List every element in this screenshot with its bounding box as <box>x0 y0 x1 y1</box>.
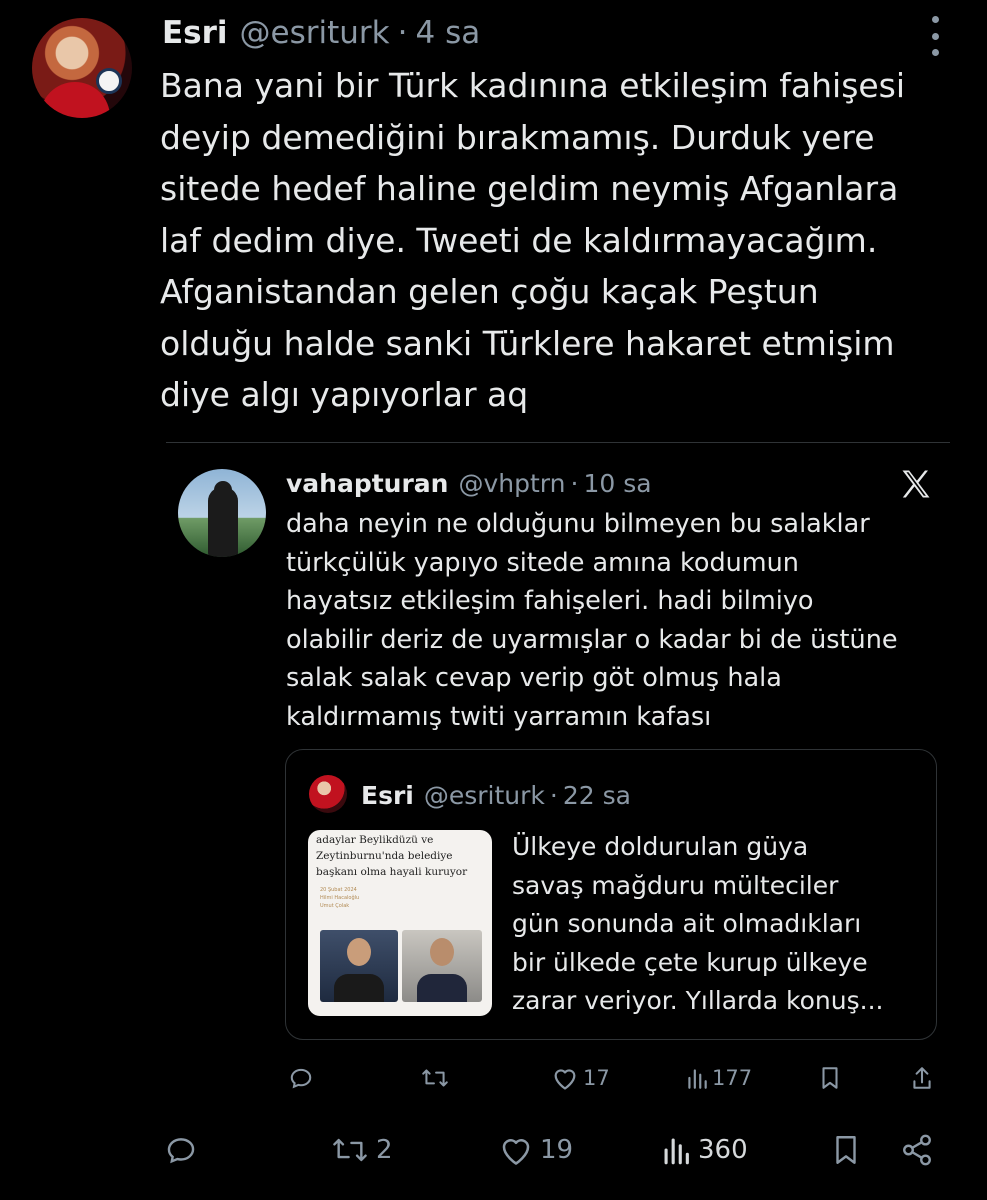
bookmark-button[interactable] <box>830 1133 862 1167</box>
quoted-author-avatar[interactable] <box>178 469 266 557</box>
bookmark-icon <box>822 1067 838 1089</box>
inner-time[interactable]: 22 sa <box>563 781 631 810</box>
like-button[interactable]: 19 <box>498 1133 573 1167</box>
share-button[interactable] <box>900 1133 934 1167</box>
photo-body <box>334 974 384 1002</box>
thumbnail-authors: Hilmi Hacaloğlu Umut Çolak <box>320 895 360 909</box>
reply-button[interactable] <box>164 1133 204 1167</box>
retweet-icon <box>422 1069 448 1087</box>
views-icon <box>664 1138 689 1165</box>
thumbnail-photo-left <box>320 930 398 1002</box>
separator-dot: · <box>570 468 579 498</box>
heart-icon <box>554 1069 576 1090</box>
tweet-time[interactable]: 4 sa <box>416 15 481 51</box>
photo-body <box>417 974 467 1002</box>
quoted-author-name[interactable]: vahapturan <box>286 469 448 498</box>
bookmark-icon <box>836 1136 856 1164</box>
photo-face <box>347 938 371 966</box>
inner-author-name[interactable]: Esri <box>361 781 414 810</box>
views-icon <box>688 1069 707 1089</box>
inner-tweet-text: Ülkeye doldurulan güya savaş mağduru mül… <box>512 832 884 1015</box>
avatar-volleyball <box>96 68 122 94</box>
news-thumbnail[interactable]: adaylar Beylikdüzü ve Zeytinburnu'nda be… <box>308 830 492 1016</box>
photo-face <box>430 938 454 966</box>
author-handle[interactable]: @esriturk <box>240 15 390 51</box>
quoted-bookmark-button[interactable] <box>818 1065 842 1091</box>
share-icon <box>913 1067 931 1089</box>
author-name[interactable]: Esri <box>162 15 228 51</box>
retweet-button[interactable]: 2 <box>330 1133 393 1167</box>
quoted-text: daha neyin ne olduğunu bilmeyen bu salak… <box>286 509 898 732</box>
quoted-like-button[interactable]: 17 <box>551 1065 610 1091</box>
inner-header: Esri @esriturk · 22 sa <box>361 775 631 815</box>
quoted-time[interactable]: 10 sa <box>583 469 651 498</box>
share-icon <box>903 1134 931 1166</box>
thumbnail-photo-right <box>402 930 482 1002</box>
quoted-views-button[interactable]: 177 <box>686 1065 752 1091</box>
quoted-share-button[interactable] <box>910 1065 934 1091</box>
quoted-header: vahapturan @vhptrn · 10 sa <box>286 465 652 501</box>
quoted-author-handle[interactable]: @vhptrn <box>458 469 565 498</box>
thumbnail-headline: adaylar Beylikdüzü ve Zeytinburnu'nda be… <box>316 834 468 878</box>
quoted-reply-button[interactable] <box>288 1065 318 1091</box>
inner-quoted-tweet-card[interactable]: Esri @esriturk · 22 sa adaylar Beylikdüz… <box>285 749 937 1040</box>
tweet-text: Bana yani bir Türk kadınına etkileşim fa… <box>160 66 906 414</box>
thumbnail-date: 20 Şubat 2024 <box>320 887 357 893</box>
separator-dot: · <box>397 15 408 51</box>
avatar-silhouette <box>208 487 238 557</box>
reply-icon <box>290 1068 312 1089</box>
thumbnail-meta: 20 Şubat 2024 Hilmi Hacaloğlu Umut Çolak <box>320 886 470 910</box>
tweet-header: Esri @esriturk · 4 sa <box>162 12 480 54</box>
heart-icon <box>502 1139 530 1165</box>
quoted-retweet-button[interactable] <box>420 1065 454 1091</box>
author-avatar[interactable] <box>32 18 132 118</box>
x-logo-icon <box>902 470 930 498</box>
separator-dot: · <box>549 780 558 810</box>
reply-icon <box>167 1138 195 1164</box>
views-button[interactable]: 360 <box>660 1133 748 1167</box>
inner-author-avatar[interactable] <box>309 775 347 813</box>
more-icon[interactable] <box>924 16 946 56</box>
retweet-icon <box>333 1138 367 1162</box>
inner-author-handle[interactable]: @esriturk <box>424 781 545 810</box>
divider <box>166 442 950 443</box>
